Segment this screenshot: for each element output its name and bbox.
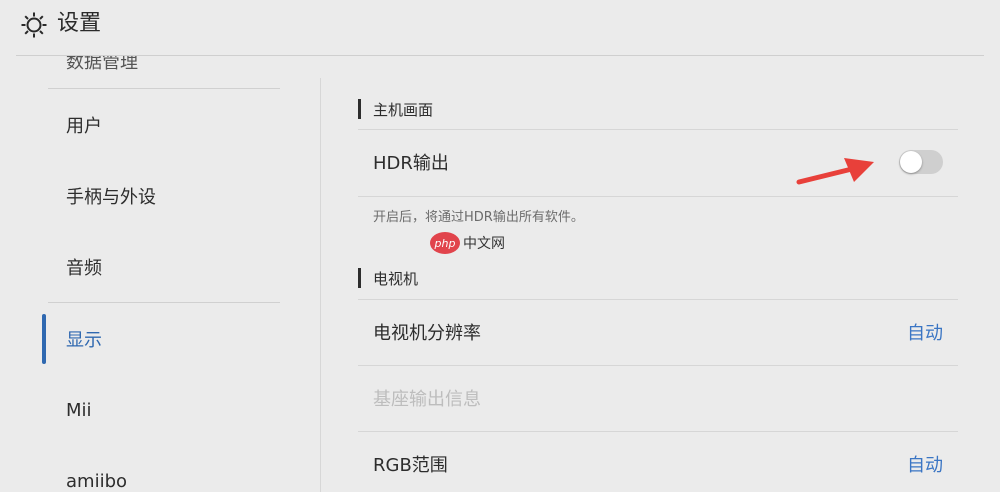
sidebar-item-amiibo[interactable]: amiibo bbox=[48, 446, 280, 492]
sidebar-divider-line bbox=[48, 88, 280, 89]
settings-window: 设置 数据管理 用户 手柄与外设 音频 显示 Mii amiibo 主机画面 H… bbox=[0, 0, 1000, 492]
sidebar-item-controllers[interactable]: 手柄与外设 bbox=[48, 161, 280, 231]
gear-icon bbox=[21, 12, 47, 38]
sidebar-item-label: 用户 bbox=[66, 116, 102, 137]
sidebar-item-audio[interactable]: 音频 bbox=[48, 232, 280, 302]
dock-output-info-label: 基座输出信息 bbox=[373, 389, 481, 410]
section-marker bbox=[358, 99, 361, 119]
sidebar-item-label: Mii bbox=[66, 399, 92, 421]
sidebar: 数据管理 用户 手柄与外设 音频 显示 Mii amiibo bbox=[0, 56, 320, 492]
sidebar-item-mii[interactable]: Mii bbox=[48, 375, 280, 445]
sidebar-item-display[interactable]: 显示 bbox=[48, 304, 280, 374]
sidebar-item-label: amiibo bbox=[66, 470, 128, 492]
section-title: 主机画面 bbox=[373, 100, 434, 119]
annotation-arrow-icon bbox=[796, 158, 874, 185]
section-title: 电视机 bbox=[373, 269, 419, 288]
hdr-output-toggle[interactable] bbox=[899, 150, 943, 174]
rgb-range-value: 自动 bbox=[907, 455, 943, 476]
section-header-tv: 电视机 bbox=[358, 267, 418, 289]
sidebar-item-label: 数据管理 bbox=[66, 56, 138, 73]
tv-resolution-row[interactable]: 电视机分辨率 自动 bbox=[373, 300, 958, 364]
sidebar-content-divider bbox=[320, 78, 321, 492]
sidebar-item-label: 音频 bbox=[66, 258, 102, 279]
watermark-logo: php bbox=[430, 232, 460, 254]
watermark: php 中文网 bbox=[430, 232, 505, 254]
header: 设置 bbox=[0, 0, 1000, 50]
dock-output-info-row: 基座输出信息 bbox=[373, 366, 958, 430]
tv-resolution-label: 电视机分辨率 bbox=[373, 323, 481, 344]
section-marker bbox=[358, 268, 361, 288]
toggle-knob bbox=[900, 151, 922, 173]
page-title: 设置 bbox=[57, 11, 102, 36]
sidebar-item-label: 显示 bbox=[66, 330, 102, 351]
watermark-text: 中文网 bbox=[463, 236, 505, 252]
sidebar-item-label: 手柄与外设 bbox=[66, 187, 156, 208]
section-header-console-screen: 主机画面 bbox=[358, 98, 433, 120]
hdr-output-label: HDR输出 bbox=[373, 153, 449, 174]
sidebar-item-users[interactable]: 用户 bbox=[48, 90, 280, 160]
rgb-range-label: RGB范围 bbox=[373, 455, 448, 476]
sidebar-active-indicator bbox=[42, 314, 46, 364]
sidebar-divider-line bbox=[48, 302, 280, 303]
row-divider bbox=[358, 196, 958, 197]
tv-resolution-value: 自动 bbox=[907, 323, 943, 344]
hdr-output-description: 开启后，将通过HDR输出所有软件。 bbox=[373, 210, 584, 225]
rgb-range-row[interactable]: RGB范围 自动 bbox=[373, 432, 958, 492]
